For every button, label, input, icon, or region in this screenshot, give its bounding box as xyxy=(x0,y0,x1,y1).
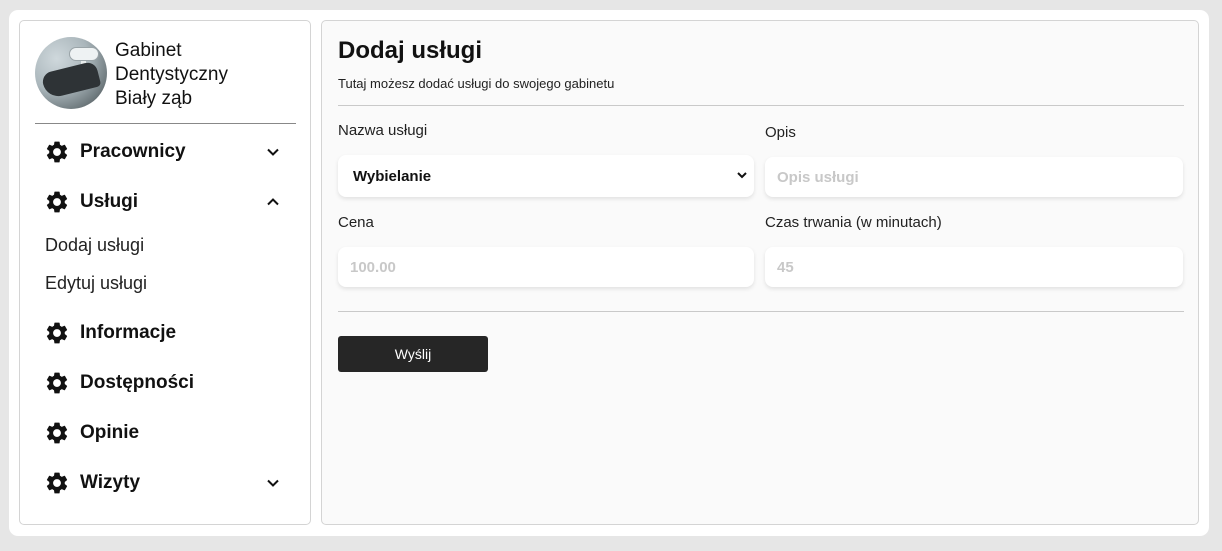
clinic-name-line-2: Dentystyczny xyxy=(115,64,228,85)
sidebar-item-label: Opinie xyxy=(80,422,140,443)
chevron-down-icon[interactable] xyxy=(266,145,280,159)
sidebar-item-wizyty[interactable]: Wizyty xyxy=(44,468,294,498)
sidebar-item-informacje[interactable]: Informacje xyxy=(44,318,294,348)
brand: Gabinet Dentystyczny Biały ząb xyxy=(35,37,297,109)
gear-icon xyxy=(46,141,68,163)
price-label: Cena xyxy=(338,214,374,231)
gear-icon xyxy=(46,422,68,444)
sidebar-item-opinie[interactable]: Opinie xyxy=(44,418,294,448)
gear-icon xyxy=(46,191,68,213)
price-input[interactable] xyxy=(338,247,754,287)
description-label: Opis xyxy=(765,124,796,141)
duration-input[interactable] xyxy=(765,247,1183,287)
page-title: Dodaj usługi xyxy=(338,37,482,64)
sidebar-item-label: Wizyty xyxy=(80,472,141,493)
sidebar: Gabinet Dentystyczny Biały ząb Pracownic… xyxy=(19,20,311,525)
gear-icon xyxy=(46,322,68,344)
clinic-name-line-3: Biały ząb xyxy=(115,88,193,109)
clinic-name: Gabinet Dentystyczny Biały ząb xyxy=(115,39,295,111)
chevron-up-icon[interactable] xyxy=(266,195,280,209)
gear-icon xyxy=(46,372,68,394)
sidebar-item-label: Dostępności xyxy=(80,372,195,393)
description-input[interactable] xyxy=(765,157,1183,197)
sidebar-subitem-dodaj-uslugi[interactable]: Dodaj usługi xyxy=(45,235,144,256)
header-divider xyxy=(338,105,1184,106)
sidebar-divider xyxy=(35,123,296,124)
sidebar-item-uslugi[interactable]: Usługi xyxy=(44,187,294,217)
submit-button[interactable]: Wyślij xyxy=(338,336,488,372)
service-name-selected-value: Wybielanie xyxy=(353,167,432,185)
service-name-select[interactable]: Wybielanie xyxy=(338,155,754,197)
chevron-down-icon[interactable] xyxy=(266,476,280,490)
gear-icon xyxy=(46,472,68,494)
sidebar-item-label: Informacje xyxy=(80,322,177,343)
duration-label: Czas trwania (w minutach) xyxy=(765,214,942,231)
form-divider xyxy=(338,311,1184,312)
sidebar-item-pracownicy[interactable]: Pracownicy xyxy=(44,137,294,167)
chevron-down-icon xyxy=(737,172,747,179)
sidebar-item-label: Pracownicy xyxy=(80,141,186,162)
page-subtitle: Tutaj możesz dodać usługi do swojego gab… xyxy=(338,76,615,91)
sidebar-item-label: Usługi xyxy=(80,191,139,212)
clinic-avatar xyxy=(35,37,107,109)
sidebar-subitem-edytuj-uslugi[interactable]: Edytuj usługi xyxy=(45,273,147,294)
main-panel: Dodaj usługi Tutaj możesz dodać usługi d… xyxy=(321,20,1199,525)
clinic-name-line-1: Gabinet xyxy=(115,40,182,61)
sidebar-item-dostepnosci[interactable]: Dostępności xyxy=(44,368,294,398)
service-name-label: Nazwa usługi xyxy=(338,122,428,139)
